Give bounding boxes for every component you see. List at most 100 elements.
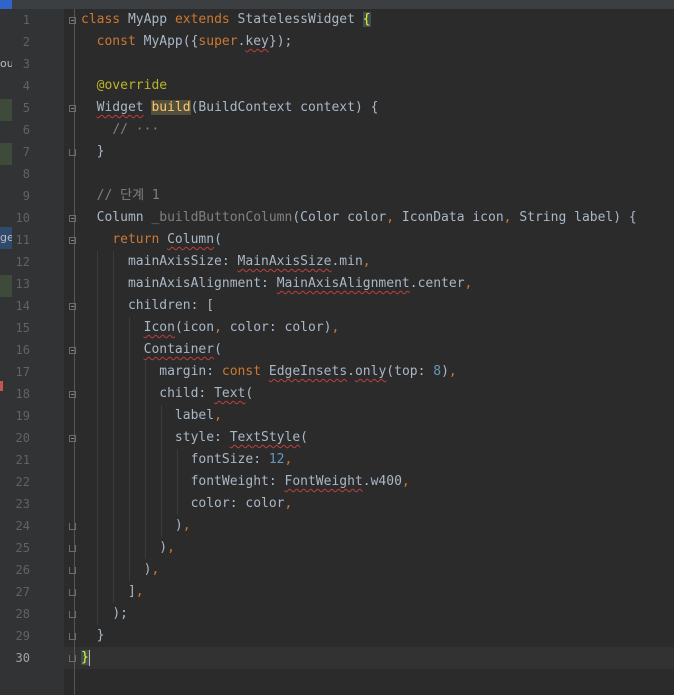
line-number[interactable]: 26 xyxy=(12,559,30,581)
fold-toggle-icon[interactable] xyxy=(69,347,76,354)
code-line-27[interactable]: ], xyxy=(81,581,144,603)
comma: , xyxy=(284,496,293,511)
code-line-2[interactable]: const MyApp({super.key}); xyxy=(81,31,293,53)
line-number[interactable]: 8 xyxy=(12,163,30,185)
code-line-11[interactable]: return Column( xyxy=(81,229,222,251)
code-line-1[interactable]: class MyApp extends StatelessWidget { xyxy=(81,9,371,31)
project-tree-peek-item-highlight[interactable] xyxy=(0,143,12,165)
fold-end-icon[interactable] xyxy=(69,589,76,596)
code-line-29[interactable]: } xyxy=(81,625,105,647)
line-number[interactable]: 12 xyxy=(12,251,30,273)
comma: , xyxy=(503,210,512,225)
comma: , xyxy=(464,276,473,291)
keyword: class xyxy=(81,12,121,27)
line-number[interactable]: 16 xyxy=(12,339,30,361)
line-number[interactable]: 29 xyxy=(12,625,30,647)
code-line-30[interactable]: } xyxy=(81,647,90,669)
line-number[interactable]: 1 xyxy=(12,9,30,31)
code-line-9[interactable]: // 단계 1 xyxy=(81,185,160,207)
code-line-5[interactable]: Widget build(BuildContext context) { xyxy=(81,97,378,119)
line-number[interactable]: 21 xyxy=(12,449,30,471)
code-line-13[interactable]: mainAxisAlignment: MainAxisAlignment.cen… xyxy=(81,273,472,295)
fold-toggle-icon[interactable] xyxy=(69,303,76,310)
code-line-24[interactable]: ), xyxy=(81,515,191,537)
line-number[interactable]: 25 xyxy=(12,537,30,559)
class-name: Container xyxy=(143,342,215,357)
code-text: ) xyxy=(174,518,183,533)
project-tree-peek-item-selected[interactable]: ge xyxy=(0,227,12,249)
line-number[interactable]: 18 xyxy=(12,383,30,405)
project-tree-peek-item[interactable]: ou xyxy=(0,53,12,75)
fold-toggle-icon[interactable] xyxy=(69,435,76,442)
code-text: color: color) xyxy=(221,320,332,335)
code-line-20[interactable]: style: TextStyle( xyxy=(81,427,308,449)
line-number[interactable]: 14 xyxy=(12,295,30,317)
line-number[interactable]: 4 xyxy=(12,75,30,97)
fold-end-icon[interactable] xyxy=(69,545,76,552)
line-number[interactable]: 10 xyxy=(12,207,30,229)
fold-toggle-icon[interactable] xyxy=(69,215,76,222)
code-line-4[interactable]: @override xyxy=(81,75,167,97)
line-number[interactable]: 5 xyxy=(12,97,30,119)
line-number[interactable]: 11 xyxy=(12,229,30,251)
code-line-17[interactable]: margin: const EdgeInsets.only(top: 8), xyxy=(81,361,456,383)
fold-end-icon[interactable] xyxy=(69,567,76,574)
fold-toggle-icon[interactable] xyxy=(69,105,76,112)
code-line-15[interactable]: Icon(icon, color: color), xyxy=(81,317,340,339)
project-tree-peek-item-highlight[interactable] xyxy=(0,275,12,297)
code-text: key xyxy=(245,34,269,49)
line-number[interactable]: 19 xyxy=(12,405,30,427)
code-text: child: xyxy=(159,386,215,401)
line-number[interactable]: 17 xyxy=(12,361,30,383)
line-number[interactable]: 28 xyxy=(12,603,30,625)
code-line-7[interactable]: } xyxy=(81,141,105,163)
comma: , xyxy=(331,320,340,335)
fold-end-icon[interactable] xyxy=(69,655,76,662)
fold-end-icon[interactable] xyxy=(69,523,76,530)
code-line-12[interactable]: mainAxisSize: MainAxisSize.min, xyxy=(81,251,371,273)
code-text: (top: xyxy=(386,364,434,379)
code-text: color: color xyxy=(190,496,285,511)
line-number[interactable]: 27 xyxy=(12,581,30,603)
code-line-25[interactable]: ), xyxy=(81,537,175,559)
code-line-23[interactable]: color: color, xyxy=(81,493,293,515)
line-number[interactable]: 24 xyxy=(12,515,30,537)
line-number[interactable]: 23 xyxy=(12,493,30,515)
fold-end-icon[interactable] xyxy=(69,611,76,618)
code-line-22[interactable]: fontWeight: FontWeight.w400, xyxy=(81,471,410,493)
code-line-18[interactable]: child: Text( xyxy=(81,383,253,405)
line-number[interactable]: 20 xyxy=(12,427,30,449)
fold-end-icon[interactable] xyxy=(69,633,76,640)
fold-toggle-icon[interactable] xyxy=(69,391,76,398)
code-line-16[interactable]: Container( xyxy=(81,339,222,361)
line-number[interactable]: 2 xyxy=(12,31,30,53)
line-number[interactable]: 6 xyxy=(12,119,30,141)
fold-toggle-icon[interactable] xyxy=(69,237,76,244)
code-line-10[interactable]: Column _buildButtonColumn(Color color, I… xyxy=(81,207,637,229)
code-line-21[interactable]: fontSize: 12, xyxy=(81,449,293,471)
line-number[interactable]: 3 xyxy=(12,53,30,75)
fold-end-icon[interactable] xyxy=(69,149,76,156)
line-number[interactable]: 9 xyxy=(12,185,30,207)
line-number[interactable]: 15 xyxy=(12,317,30,339)
fold-toggle-icon[interactable] xyxy=(69,17,76,24)
code-line-28[interactable]: ); xyxy=(81,603,128,625)
code-line-6[interactable]: // ··· xyxy=(81,119,159,141)
line-number[interactable]: 13 xyxy=(12,273,30,295)
code-text: IconData icon xyxy=(394,210,504,225)
line-number[interactable]: 22 xyxy=(12,471,30,493)
code-text: String label) { xyxy=(511,210,637,225)
type-name: Widget xyxy=(96,100,144,115)
code-line-26[interactable]: ), xyxy=(81,559,160,581)
code-line-14[interactable]: children: [ xyxy=(81,295,214,317)
project-tree-peek-item-highlight[interactable] xyxy=(0,99,12,121)
line-number[interactable]: 30 xyxy=(12,647,30,669)
class-name: Icon xyxy=(143,320,175,335)
code-line-19[interactable]: label, xyxy=(81,405,222,427)
line-number[interactable]: 7 xyxy=(12,141,30,163)
